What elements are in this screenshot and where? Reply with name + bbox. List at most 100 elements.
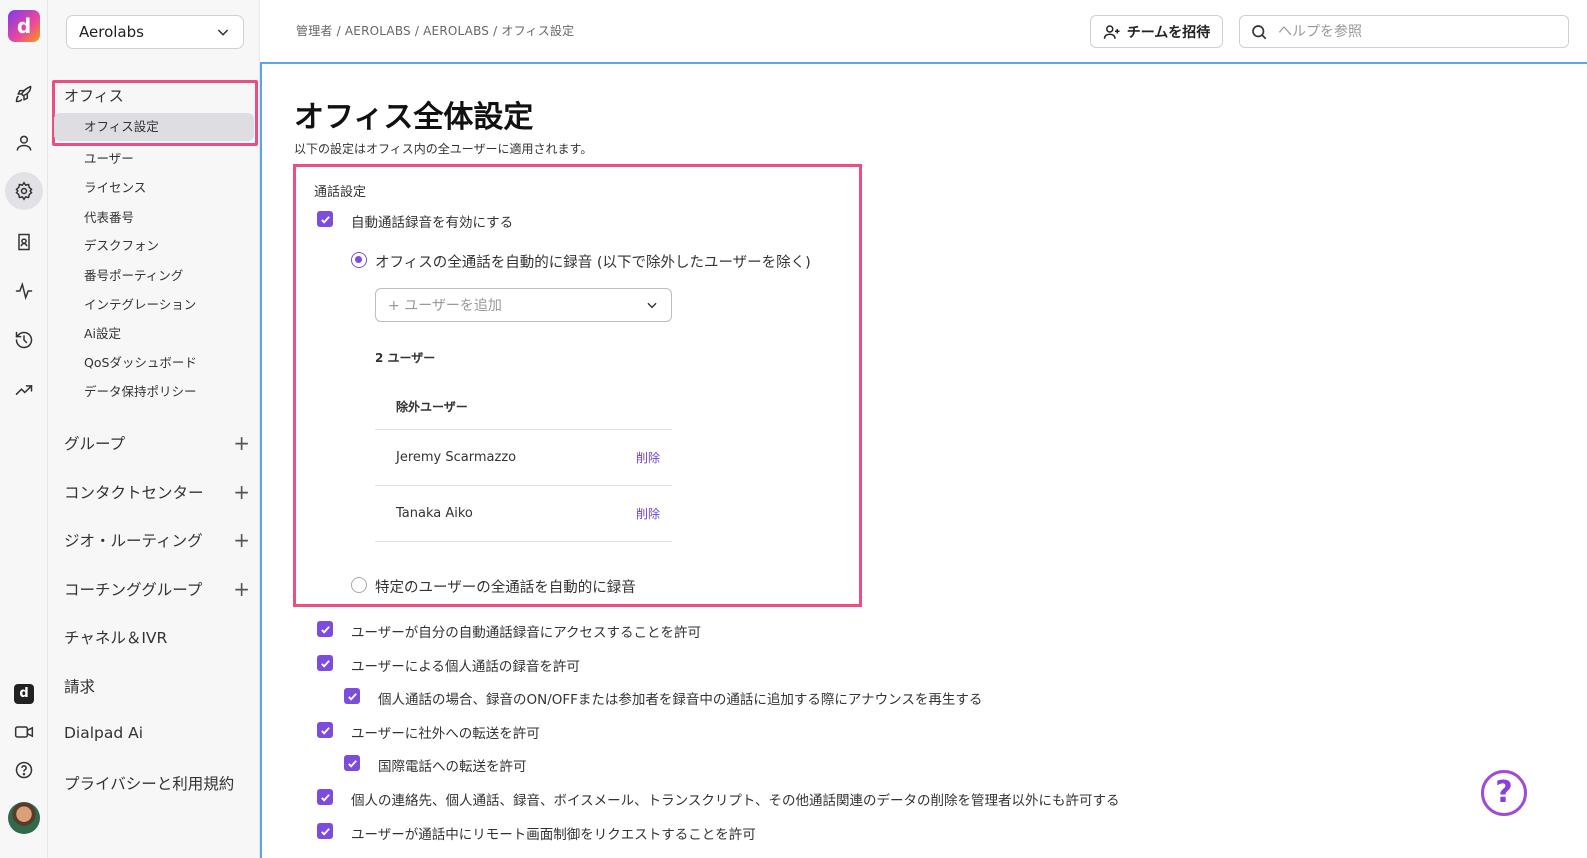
chevron-down-icon — [647, 302, 657, 309]
check-icon — [320, 659, 330, 668]
data-deletion-checkbox[interactable] — [317, 789, 333, 805]
top-bar: 管理者 / AEROLABS / AEROLABS / オフィス設定 チームを招… — [261, 0, 1587, 62]
plus-icon[interactable]: + — [233, 433, 250, 453]
sidebar-item-label: 請求 — [64, 678, 96, 696]
sidebar-item-data-retention[interactable]: データ保持ポリシー — [84, 381, 197, 400]
sidebar-item-office-settings[interactable]: オフィス設定 — [54, 113, 254, 141]
sidebar-group-coaching[interactable]: コーチンググループ + — [64, 578, 250, 600]
call-settings-box: 通話設定 自動通話録音を有効にする オフィスの全通話を自動的に録音 (以下で除外… — [293, 164, 862, 607]
international-forward-checkbox[interactable] — [344, 755, 360, 771]
org-select[interactable]: Aerolabs — [66, 15, 244, 49]
user-icon[interactable] — [12, 131, 36, 155]
plus-icon[interactable]: + — [233, 482, 250, 502]
check-icon — [347, 759, 357, 768]
sidebar-item-privacy[interactable]: プライバシーと利用規約 — [64, 772, 250, 794]
check-icon — [320, 215, 330, 224]
check-icon — [320, 827, 330, 836]
recording-announcement-label: 個人通話の場合、録音のON/OFFまたは参加者を録音中の通話に追加する際にアナウ… — [378, 692, 983, 708]
invite-team-button[interactable]: チームを招待 — [1090, 15, 1223, 48]
help-icon[interactable] — [12, 758, 36, 782]
excluded-users-header: 除外ユーザー — [375, 385, 672, 430]
org-name: Aerolabs — [79, 23, 144, 41]
sidebar-item-qos-dashboard[interactable]: QoSダッシュボード — [84, 352, 197, 371]
sidebar-item-label: グループ — [64, 435, 126, 453]
app-rail: d d — [0, 0, 48, 858]
personal-call-recording-checkbox[interactable] — [317, 655, 333, 671]
call-settings-label: 通話設定 — [314, 185, 367, 200]
sidebar-item-licenses[interactable]: ライセンス — [84, 177, 146, 196]
gear-icon[interactable] — [5, 172, 43, 210]
trending-icon[interactable] — [12, 378, 36, 402]
add-user-placeholder: + ユーザーを追加 — [388, 298, 502, 314]
plus-icon[interactable]: + — [233, 530, 250, 550]
sidebar-item-channels-ivr[interactable]: チャネル＆IVR — [64, 626, 250, 648]
dialpad-logo[interactable]: d — [8, 10, 40, 42]
auto-record-label: 自動通話録音を有効にする — [351, 215, 514, 231]
sidebar-item-label: ジオ・ルーティング — [64, 532, 203, 550]
check-icon — [320, 726, 330, 735]
remote-control-checkbox[interactable] — [317, 823, 333, 839]
check-icon — [320, 625, 330, 634]
recording-announcement-checkbox[interactable] — [344, 688, 360, 704]
check-icon — [347, 692, 357, 701]
access-own-recordings-checkbox[interactable] — [317, 621, 333, 637]
help-search[interactable] — [1239, 15, 1569, 48]
personal-call-recording-label: ユーザーによる個人通話の録音を許可 — [351, 659, 580, 675]
sidebar-item-label: プライバシーと利用規約 — [64, 775, 235, 793]
main-panel: オフィス全体設定 以下の設定はオフィス内の全ユーザーに適用されます。 通話設定 … — [260, 62, 1587, 858]
record-all-label: オフィスの全通話を自動的に録音 (以下で除外したユーザーを除く) — [375, 255, 811, 271]
search-icon — [1252, 24, 1267, 39]
external-forward-checkbox[interactable] — [317, 722, 333, 738]
excluded-user-name: Tanaka Aiko — [396, 506, 473, 521]
remove-user-button[interactable]: 削除 — [636, 449, 660, 466]
record-specific-label: 特定のユーザーの全通話を自動的に録音 — [375, 580, 636, 596]
sidebar-section-office[interactable]: オフィス — [64, 85, 124, 106]
sidebar-item-users[interactable]: ユーザー — [84, 148, 134, 167]
history-icon[interactable] — [12, 328, 36, 352]
check-icon — [320, 793, 330, 802]
access-own-recordings-label: ユーザーが自分の自動通話録音にアクセスすることを許可 — [351, 625, 702, 641]
excluded-user-name: Jeremy Scarmazzo — [396, 450, 517, 465]
sidebar-group-contact-center[interactable]: コンタクトセンター + — [64, 481, 250, 503]
sidebar-item-main-numbers[interactable]: 代表番号 — [84, 207, 134, 226]
sidebar-item-label: コンタクトセンター — [64, 484, 204, 502]
auto-record-checkbox[interactable] — [317, 211, 333, 227]
table-row: Jeremy Scarmazzo 削除 — [375, 430, 672, 486]
sidebar-item-number-porting[interactable]: 番号ポーティング — [84, 265, 183, 284]
sidebar-item-dialpad-ai[interactable]: Dialpad Ai — [64, 724, 250, 742]
remove-user-button[interactable]: 削除 — [636, 505, 660, 522]
sidebar-item-integrations[interactable]: インテグレーション — [84, 294, 196, 313]
record-specific-radio[interactable] — [351, 577, 367, 593]
user-count: 2 ユーザー — [375, 351, 436, 365]
page-title: オフィス全体設定 — [294, 100, 534, 135]
sidebar-group-groups[interactable]: グループ + — [64, 432, 250, 454]
contacts-icon[interactable] — [12, 230, 36, 254]
breadcrumb[interactable]: 管理者 / AEROLABS / AEROLABS / オフィス設定 — [296, 22, 574, 39]
sidebar-item-ai-settings[interactable]: Ai設定 — [84, 323, 121, 342]
sidebar-item-label: チャネル＆IVR — [64, 629, 168, 647]
add-user-select[interactable]: + ユーザーを追加 — [375, 288, 672, 322]
sidebar-group-geo-routing[interactable]: ジオ・ルーティング + — [64, 529, 250, 551]
record-all-radio[interactable] — [351, 252, 367, 268]
sidebar-item-label: Dialpad Ai — [64, 724, 144, 742]
avatar[interactable] — [8, 802, 40, 834]
sidebar-item-billing[interactable]: 請求 — [64, 675, 250, 697]
remote-control-label: ユーザーが通話中にリモート画面制御をリクエストすることを許可 — [351, 827, 756, 843]
sidebar-item-desk-phones[interactable]: デスクフォン — [84, 235, 159, 254]
help-search-input[interactable] — [1278, 23, 1538, 40]
data-deletion-label: 個人の連絡先、個人通話、録音、ボイスメール、トランスクリプト、その他通話関連のデ… — [351, 793, 1120, 809]
activity-icon[interactable] — [12, 279, 36, 303]
rocket-icon[interactable] — [12, 82, 36, 106]
help-fab-button[interactable]: ? — [1481, 770, 1527, 816]
add-user-icon — [1103, 24, 1120, 39]
dialpad-app-icon[interactable]: d — [12, 682, 36, 706]
chevron-down-icon — [217, 29, 229, 36]
invite-team-label: チームを招待 — [1126, 24, 1211, 41]
international-forward-label: 国際電話への転送を許可 — [378, 759, 527, 775]
page-description: 以下の設定はオフィス内の全ユーザーに適用されます。 — [294, 142, 593, 156]
video-icon[interactable] — [12, 720, 36, 744]
plus-icon[interactable]: + — [233, 579, 250, 599]
table-row: Tanaka Aiko 削除 — [375, 486, 672, 542]
sidebar-item-label: コーチンググループ — [64, 581, 203, 599]
settings-sidebar: Aerolabs オフィス オフィス設定 ユーザー ライセンス 代表番号 デスク… — [48, 0, 260, 858]
